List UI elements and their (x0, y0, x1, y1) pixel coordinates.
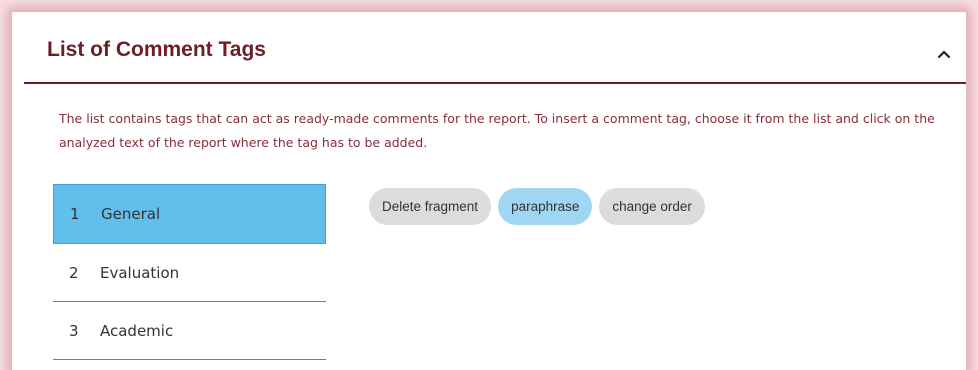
panel-title: List of Comment Tags (47, 38, 266, 61)
category-item-evaluation[interactable]: 2 Evaluation (53, 244, 326, 302)
tag-delete-fragment[interactable]: Delete fragment (369, 188, 492, 225)
category-label: Evaluation (100, 263, 180, 282)
category-label: General (101, 205, 161, 223)
category-item-academic[interactable]: 3 Academic (53, 302, 326, 360)
category-number: 2 (69, 263, 79, 282)
panel-header[interactable]: List of Comment Tags (24, 30, 966, 84)
category-item-general[interactable]: 1 General (53, 184, 326, 244)
comment-tags-panel: List of Comment Tags The list contains t… (12, 12, 966, 370)
category-list: 1 General 2 Evaluation 3 Academic (53, 184, 326, 360)
tag-paraphrase[interactable]: paraphrase (498, 188, 593, 225)
category-number: 1 (70, 205, 80, 223)
panel-description: The list contains tags that can act as r… (59, 111, 935, 150)
category-number: 3 (69, 321, 79, 340)
chevron-up-icon[interactable] (936, 46, 952, 62)
category-label: Academic (100, 321, 174, 340)
tag-change-order[interactable]: change order (599, 188, 705, 225)
tag-list: Delete fragment paraphrase change order (369, 188, 705, 225)
